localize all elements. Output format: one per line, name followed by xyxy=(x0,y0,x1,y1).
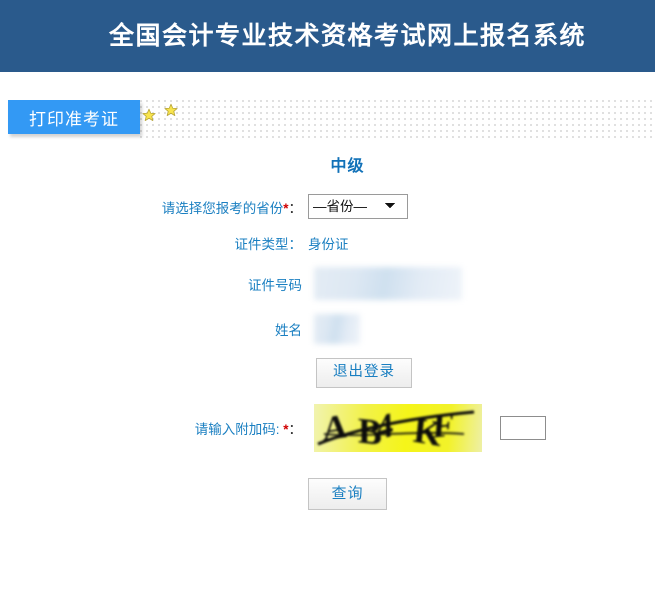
captcha-label-colon: ： xyxy=(288,421,303,437)
header-spacer xyxy=(0,72,655,100)
form-row-name: 姓名 xyxy=(0,314,655,344)
tab-decoration-stars xyxy=(142,103,178,122)
form-row-logout: 退出登录 xyxy=(0,358,655,388)
province-field: —省份— xyxy=(308,194,655,219)
page-title: 全国会计专业技术资格考试网上报名系统 xyxy=(108,21,586,50)
form-row-submit: 查询 xyxy=(40,477,655,511)
province-label-colon: ： xyxy=(288,200,303,216)
id-type-label-text: 证件类型： xyxy=(234,237,303,252)
tab-bar-dotted-background xyxy=(140,100,655,138)
id-number-redacted-value xyxy=(314,267,462,300)
logout-button[interactable]: 退出登录 xyxy=(316,358,412,388)
svg-text:F: F xyxy=(432,405,455,445)
site-header: 全国会计专业技术资格考试网上报名系统 xyxy=(0,0,655,72)
captcha-label: 请输入附加码: *： xyxy=(0,418,308,438)
id-type-field: 身份证 xyxy=(308,233,655,253)
name-redacted-value xyxy=(314,314,360,344)
star-icon xyxy=(142,108,156,122)
tab-label: 打印准考证 xyxy=(29,109,119,129)
svg-text:A: A xyxy=(322,408,347,449)
province-select[interactable]: —省份— xyxy=(308,194,408,219)
exam-ticket-form: 中级 请选择您报考的省份*： —省份— 证件类型： 身份证 证件号码 姓名 退出… xyxy=(0,138,655,511)
name-field xyxy=(308,314,655,344)
captcha-input[interactable] xyxy=(500,415,546,440)
form-row-captcha: 请输入附加码: *： A B 4 K F xyxy=(0,403,655,452)
logout-field: 退出登录 xyxy=(308,358,655,388)
form-row-id-type: 证件类型： 身份证 xyxy=(0,233,655,253)
form-row-province: 请选择您报考的省份*： —省份— xyxy=(0,194,655,219)
id-type-label: 证件类型： xyxy=(0,233,308,253)
form-row-id-number: 证件号码 xyxy=(0,267,655,300)
captcha-field: A B 4 K F xyxy=(308,403,655,452)
name-label: 姓名 xyxy=(0,319,308,339)
province-label-text: 请选择您报考的省份 xyxy=(161,200,284,216)
id-number-label-text: 证件号码 xyxy=(248,277,302,293)
captcha-image[interactable]: A B 4 K F xyxy=(314,403,482,452)
id-type-value: 身份证 xyxy=(308,237,349,252)
id-number-field xyxy=(308,267,655,300)
captcha-label-text: 请输入附加码: xyxy=(194,421,280,437)
query-button[interactable]: 查询 xyxy=(308,477,387,511)
id-number-label: 证件号码 xyxy=(0,274,308,294)
name-label-text: 姓名 xyxy=(275,323,302,338)
province-label: 请选择您报考的省份*： xyxy=(0,197,308,217)
tab-bar: 打印准考证 xyxy=(0,100,655,138)
tab-print-admission-ticket[interactable]: 打印准考证 xyxy=(8,100,140,134)
star-icon xyxy=(164,103,178,117)
exam-level-title: 中级 xyxy=(330,158,365,175)
